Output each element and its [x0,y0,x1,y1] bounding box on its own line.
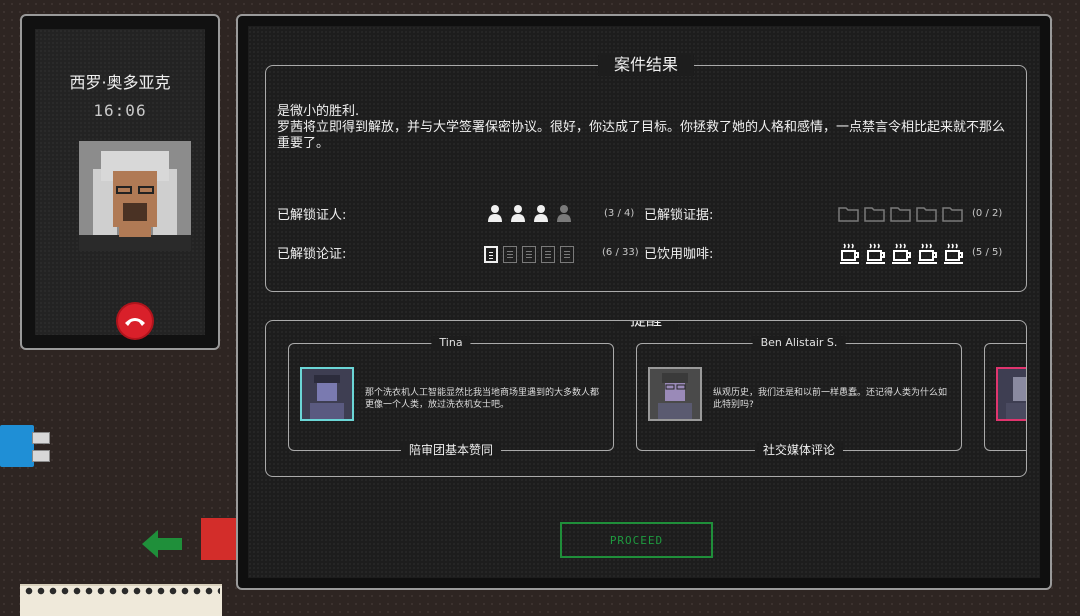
reminders-panel: 提醒 Tina 那个洗衣机人工智能显然比我当地商场里遇到的大多数人都更像一个人类… [265,320,1027,477]
document-icon [560,246,574,263]
coffee-icons [840,243,965,269]
caller-name: 西罗·奥多亚克 [69,73,171,92]
call-timer: 16:06 [93,101,147,120]
usb-plug [32,432,50,444]
coffee-cup-icon [918,243,939,269]
evidence-count: (0 / 2) [972,208,1003,219]
result-description: 罗茜将立即得到解放，并与大学签署保密协议。很好，你达成了目标。你拯救了她的人格和… [277,120,1006,151]
commenter-name: Ben Alistair S. [752,336,846,349]
phone-hangup-icon [125,318,145,326]
comment-text: 纵观历史，我们还是和以前一样愚蠢。还记得人类为什么如此特别吗? [713,388,948,410]
comment-source-tag: 社交媒体评论 [754,441,844,458]
witnesses-count: (3 / 4) [604,208,635,219]
red-cable-plug [201,518,237,560]
person-icon [555,204,573,226]
folder-icon [890,206,911,226]
usb-device [0,425,34,467]
arguments-count: (6 / 33) [602,247,639,258]
coffee-cup-icon [892,243,913,269]
reminder-card[interactable] [984,343,1026,451]
witness-icons [486,204,573,226]
person-icon [486,204,504,226]
person-icon [509,204,527,226]
commenter-name: Tina [431,336,471,349]
comment-text: 那个洗衣机人工智能显然比我当地商场里遇到的大多数人都更像一个人类，放过洗衣机女士… [365,388,600,410]
document-icon [503,246,517,263]
coffee-cup-icon [944,243,965,269]
notebook-rings [24,586,220,598]
argument-icons [484,246,574,263]
phone-device: 西罗·奥多亚克 16:06 [20,14,220,350]
folder-icon [838,206,859,226]
folder-icon [864,206,885,226]
comment-source-tag: 陪审团基本赞同 [400,441,502,458]
usb-plug [32,450,50,462]
main-screen: 案件结果 是微小的胜利. 罗茜将立即得到解放，并与大学签署保密协议。很好，你达成… [248,26,1040,578]
coffee-cup-icon [866,243,887,269]
case-results-panel: 案件结果 是微小的胜利. 罗茜将立即得到解放，并与大学签署保密协议。很好，你达成… [265,54,1027,292]
arguments-label: 已解锁论证: [277,247,347,262]
folder-icon [916,206,937,226]
coffee-count: (5 / 5) [972,247,1003,258]
main-panel: 案件结果 是微小的胜利. 罗茜将立即得到解放，并与大学签署保密协议。很好，你达成… [236,14,1052,590]
commenter-portrait [648,367,702,421]
reminder-card[interactable]: Ben Alistair S. 纵观历史，我们还是和以前一样愚蠢。还记得人类为什… [636,336,962,458]
document-icon [522,246,536,263]
caller-portrait [79,141,191,251]
commenter-portrait [300,367,354,421]
witnesses-label: 已解锁证人: [277,208,347,223]
person-icon [532,204,550,226]
document-icon [541,246,555,263]
case-results-title: 案件结果 [597,54,695,76]
document-icon [484,246,498,263]
reminders-title: 提醒 [613,321,679,331]
proceed-button[interactable]: PROCEED [560,522,713,558]
evidence-label: 已解锁证据: [644,208,714,223]
folder-icon [942,206,963,226]
result-headline: 是微小的胜利. [277,104,360,119]
hangup-button[interactable] [118,304,152,338]
commenter-portrait [996,367,1026,421]
reminder-card[interactable]: Tina 那个洗衣机人工智能显然比我当地商场里遇到的大多数人都更像一个人类，放过… [288,336,614,458]
evidence-icons [838,206,963,226]
coffee-cup-icon [840,243,861,269]
back-arrow-icon[interactable] [140,526,184,566]
phone-screen: 西罗·奥多亚克 16:06 [35,29,205,338]
coffee-label: 已饮用咖啡: [644,247,714,262]
